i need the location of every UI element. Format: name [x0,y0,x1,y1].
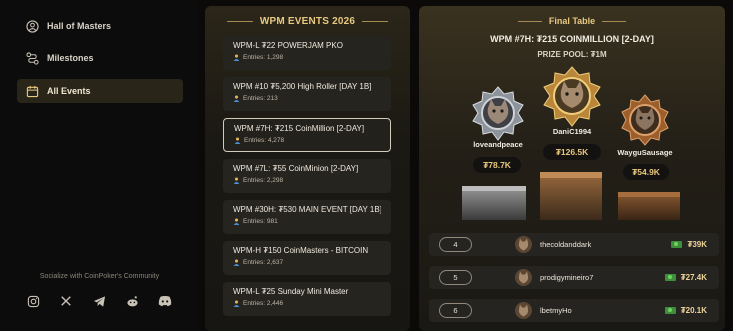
sidebar-item-milestones[interactable]: Milestones [17,46,183,70]
route-icon [25,51,39,65]
discord-icon[interactable] [156,292,174,310]
event-entries: Entries: 213 [233,95,381,102]
sidebar-item-label: All Events [47,86,91,96]
bronze-medal-avatar [621,94,669,146]
events-panel-title: WPM EVENTS 2026 [205,16,410,27]
sidebar-item-hall-of-masters[interactable]: Hall of Masters [17,14,183,38]
podium-name: WayguSausage [617,148,673,157]
x-icon[interactable] [57,292,75,310]
podium-name: loveandpeace [473,140,523,149]
prize-text: ₮20.1K [680,306,707,315]
title-divider-left [226,20,253,22]
prize-amount: ₮27.4K [664,273,707,282]
prize-pool: PRIZE POOL: ₮1M [537,50,607,59]
event-name: WPM #30H: ₮530 MAIN EVENT [DAY 1B] [233,205,381,214]
sidebar-item-label: Hall of Masters [47,21,112,31]
podium-prize: ₮78.7K [473,157,521,173]
avatar [515,302,532,319]
sidebar-item-label: Milestones [47,53,94,63]
rank-badge: 6 [439,303,472,318]
event-name: WPM #7L: ₮55 CoinMinion [2-DAY] [233,164,359,173]
cash-icon [664,307,676,314]
event-card[interactable]: WPM-L ₮25 Sunday Mini Master Entries: 2,… [223,282,391,316]
event-card-selected[interactable]: WPM #7H: ₮215 CoinMillion [2-DAY] Entrie… [223,118,391,152]
title-divider-left [517,21,542,23]
prize-text: ₮27.4K [680,273,707,282]
final-table-panel: Final Table WPM #7H: ₮215 COINMILLION [2… [419,6,725,331]
events-title-text: WPM EVENTS 2026 [259,16,356,27]
person-icon [233,218,240,225]
gold-medal-avatar [543,66,601,127]
event-entries: Entries: 2,298 [233,177,381,184]
event-card[interactable]: WPM-L ₮22 POWERJAM PKO Entries: 1,298 [223,36,391,70]
silver-medal-avatar [472,86,524,141]
person-icon [233,300,240,307]
person-icon [233,177,240,184]
event-entries-text: Entries: 2,637 [243,259,284,266]
events-panel: WPM EVENTS 2026 WPM-L ₮22 POWERJAM PKO E… [205,6,410,331]
player-name: lbetmyHo [540,306,572,315]
event-entries: Entries: 2,446 [233,300,381,307]
event-entries-text: Entries: 213 [243,95,278,102]
person-icon [233,259,240,266]
selected-event-name: WPM #7H: ₮215 COINMILLION [2-DAY] [490,34,654,44]
podium-prize: ₮126.5K [543,144,601,160]
prize-amount: ₮20.1K [664,306,707,315]
cash-icon [664,274,676,281]
title-divider-right [602,21,627,23]
event-entries-text: Entries: 981 [243,218,278,225]
event-entries-text: Entries: 1,298 [243,54,284,61]
event-card[interactable]: WPM #10 ₮5,200 High Roller [DAY 1B] Entr… [223,77,391,111]
sidebar: Hall of Masters Milestones All Events So… [0,0,199,331]
table-row[interactable]: 5 prodigymineiro7 ₮27.4K [429,266,719,289]
reddit-icon[interactable] [123,292,141,310]
cash-icon [671,241,683,248]
player-name: prodigymineiro7 [540,273,594,282]
podium-name: DaniC1994 [552,127,592,136]
rank-badge: 4 [439,237,472,252]
person-icon [234,137,241,144]
event-entries-text: Entries: 2,298 [243,177,284,184]
event-name: WPM #7H: ₮215 CoinMillion [2-DAY] [234,124,365,133]
event-entries-text: Entries: 2,446 [243,300,284,307]
event-entries: Entries: 1,298 [233,54,381,61]
table-row[interactable]: 4 thecoldanddark ₮39K [429,233,719,256]
social-caption: Socialize with CoinPoker's Community [39,273,160,280]
event-entries-text: Entries: 4,278 [244,137,285,144]
event-name: WPM-H ₮150 CoinMasters - BITCOIN [233,246,369,255]
event-name: WPM #10 ₮5,200 High Roller [DAY 1B] [233,82,372,91]
event-entries: Entries: 2,637 [233,259,381,266]
event-card[interactable]: WPM #30H: ₮530 MAIN EVENT [DAY 1B] Entri… [223,200,391,234]
bronze-podium-block [618,192,680,220]
final-table-title: Final Table [419,16,725,26]
rank-badge: 5 [439,270,472,285]
user-circle-icon [25,19,39,33]
table-row[interactable]: 6 lbetmyHo ₮20.1K [429,299,719,322]
final-table-title-text: Final Table [548,16,596,26]
telegram-icon[interactable] [90,292,108,310]
person-icon [233,95,240,102]
event-entries: Entries: 981 [233,218,381,225]
silver-podium-block [462,186,526,220]
player-name: thecoldanddark [540,240,592,249]
event-name: WPM-L ₮22 POWERJAM PKO [233,41,343,50]
calendar-icon [25,84,39,98]
podium-prize: ₮54.9K [623,164,669,180]
person-icon [233,54,240,61]
sidebar-item-all-events[interactable]: All Events [17,79,183,103]
app-root: Hall of Masters Milestones All Events So… [0,0,733,331]
event-card[interactable]: WPM #7L: ₮55 CoinMinion [2-DAY] Entries:… [223,159,391,193]
event-card[interactable]: WPM-H ₮150 CoinMasters - BITCOIN Entries… [223,241,391,275]
instagram-icon[interactable] [24,292,42,310]
event-entries: Entries: 4,278 [234,137,380,144]
avatar [515,236,532,253]
title-divider-right [362,20,389,22]
gold-podium-block [540,172,602,220]
avatar [515,269,532,286]
event-name: WPM-L ₮25 Sunday Mini Master [233,287,349,296]
prize-text: ₮39K [687,240,707,249]
social-links [24,292,174,310]
prize-amount: ₮39K [671,240,707,249]
